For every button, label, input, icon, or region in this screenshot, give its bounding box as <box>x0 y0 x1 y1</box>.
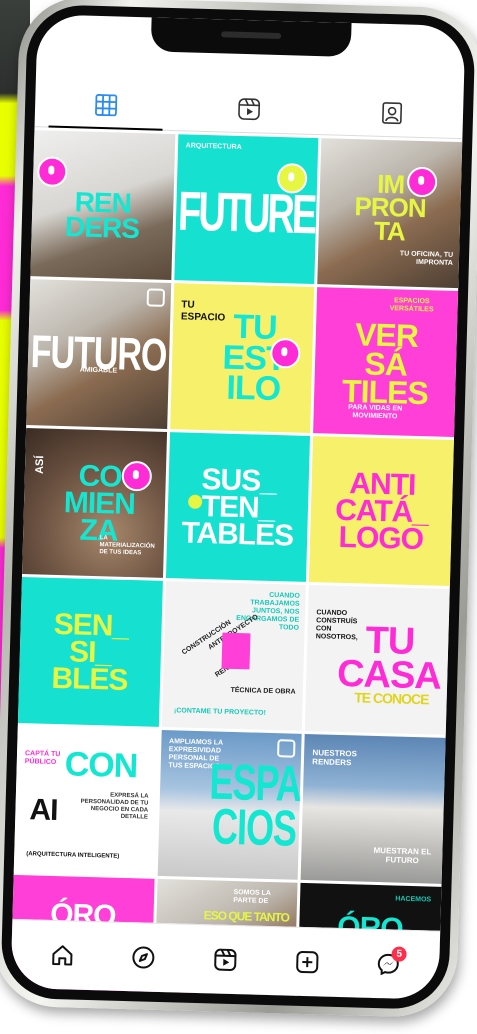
speaker <box>221 31 282 40</box>
notch <box>150 17 352 57</box>
bottom-nav: 5 <box>10 918 441 1000</box>
post-side-text: ASÍ <box>33 455 47 475</box>
post-kicker: ESPACIOS VERSÁTILES <box>389 297 434 314</box>
post-cuando-trabajamos[interactable]: CUANDO TRABAJAMOS JUNTOS, NOS ENCARGAMOS… <box>161 581 307 731</box>
brand-sticker <box>406 166 438 198</box>
post-tu-casa[interactable]: CUANDO CONSTRUÍS CON NOSOTROS, TU CASA T… <box>305 585 450 735</box>
post-kicker: ARQUITECTURA <box>185 142 242 151</box>
post-title-line: AI <box>29 793 58 828</box>
phone-bezel: REN DERS ARQUITECTURA FUTURE IM PRON TA … <box>0 3 476 1011</box>
sun-shape <box>187 494 202 509</box>
brand-sticker <box>36 156 68 188</box>
post-cta: ¡CONTAME TU PROYECTO! <box>173 707 266 717</box>
post-anticatalogo[interactable]: ANTI CATÁ_ LOGO <box>309 436 454 586</box>
post-subtitle: LA MATERIALIZACIÓN DE TUS IDEAS <box>99 535 155 557</box>
compass-icon <box>132 946 155 969</box>
nav-messages[interactable]: 5 <box>368 944 409 985</box>
post-title-line: TABLES <box>180 515 294 553</box>
post-kicker: TU ESPACIO <box>180 299 226 324</box>
nav-explore[interactable] <box>123 937 164 978</box>
post-future-friendly[interactable]: ARQUITECTURA FUTURE <box>173 134 319 285</box>
post-sensibles[interactable]: SEN_ SI_ BLES <box>17 576 163 727</box>
tab-grid[interactable] <box>35 80 179 130</box>
nav-home[interactable] <box>42 935 83 976</box>
reels-icon <box>214 948 237 971</box>
post-subtitle: PARA VIDAS EN MOVIMIENTO <box>348 403 403 421</box>
post-kicker: NUESTROS RENDERS <box>312 748 358 768</box>
post-title-line: BLES <box>51 661 128 697</box>
post-description: EXPRESÁ LA PERSONALIDAD DE TU NEGOCIO EN… <box>80 792 149 821</box>
post-footer: (ARQUITECTURA INTELIGENTE) <box>26 851 120 860</box>
tab-reels[interactable] <box>177 84 321 134</box>
post-kicker: CUANDO CONSTRUÍS CON NOSOTROS, <box>315 609 358 642</box>
post-renders[interactable]: REN DERS <box>30 130 176 281</box>
post-title-line: CASA <box>336 652 442 698</box>
profile-tabs <box>34 80 464 140</box>
post-versatiles[interactable]: ESPACIOS VERSÁTILES VER SÁ TILES PARA VI… <box>313 287 459 438</box>
post-title-line: CON <box>64 745 138 786</box>
post-title: FUTURE <box>177 181 316 247</box>
post-subtitle: MUESTRAN EL FUTURO <box>373 845 432 865</box>
post-grid: REN DERS ARQUITECTURA FUTURE IM PRON TA … <box>10 130 463 1000</box>
post-title: ESO QUE TANTO <box>203 908 290 925</box>
nav-create[interactable] <box>286 942 327 983</box>
tagged-icon <box>381 102 402 125</box>
post-futuro[interactable]: FUTURO AMIGABLE <box>26 279 171 429</box>
reels-icon <box>238 98 261 121</box>
post-subtitle: TU OFICINA, TU IMPRONTA <box>399 250 454 267</box>
post-sustentables[interactable]: SUS_ TEN_ TABLES <box>165 432 311 582</box>
notification-badge: 5 <box>391 946 407 962</box>
post-espacios[interactable]: AMPLIAMOS LA EXPRESIVIDAD PERSONAL DE TU… <box>157 729 303 880</box>
post-kicker: HACEMOS <box>395 895 432 904</box>
tab-tagged[interactable] <box>320 88 464 138</box>
phone-frame: REN DERS ARQUITECTURA FUTURE IM PRON TA … <box>0 0 477 1019</box>
post-impronta[interactable]: IM PRON TA TU OFICINA, TU IMPRONTA <box>317 138 463 289</box>
post-asi-comienza[interactable]: ASÍ CO MIEN ZA LA MATERIALIZACIÓN DE TUS… <box>22 428 167 578</box>
brand-sticker <box>121 460 152 492</box>
post-con-ai[interactable]: CAPTÁ TU PÚBLICO CON AI EXPRESÁ LA PERSO… <box>13 725 159 876</box>
plus-square-icon <box>295 950 319 974</box>
phone-screen: REN DERS ARQUITECTURA FUTURE IM PRON TA … <box>10 14 466 1000</box>
post-subtitle: TE CONOCE <box>354 689 429 708</box>
post-title-line: DERS <box>64 211 140 245</box>
post-kicker: SOMOS LA PARTE DE <box>233 889 271 906</box>
grid-icon <box>95 94 118 117</box>
home-icon <box>51 945 73 966</box>
post-title-line: CIOS <box>211 797 297 858</box>
post-title-line: ILO <box>225 368 281 409</box>
post-label: TÉCNICA DE OBRA <box>230 686 296 696</box>
brand-sticker <box>270 337 302 369</box>
post-title-line: LOGO <box>338 520 424 556</box>
shape-block <box>221 632 251 670</box>
reel-indicator-icon <box>146 288 165 307</box>
post-side-text: AMIGABLE <box>79 366 118 375</box>
post-tu-estilo[interactable]: TU ESPACIO TU EST ILO <box>169 283 315 433</box>
post-nuestros-renders[interactable]: NUESTROS RENDERS MUESTRAN EL FUTURO <box>300 733 446 884</box>
post-kicker: CAPTÁ TU PÚBLICO <box>24 750 61 767</box>
nav-reels[interactable] <box>205 939 246 980</box>
